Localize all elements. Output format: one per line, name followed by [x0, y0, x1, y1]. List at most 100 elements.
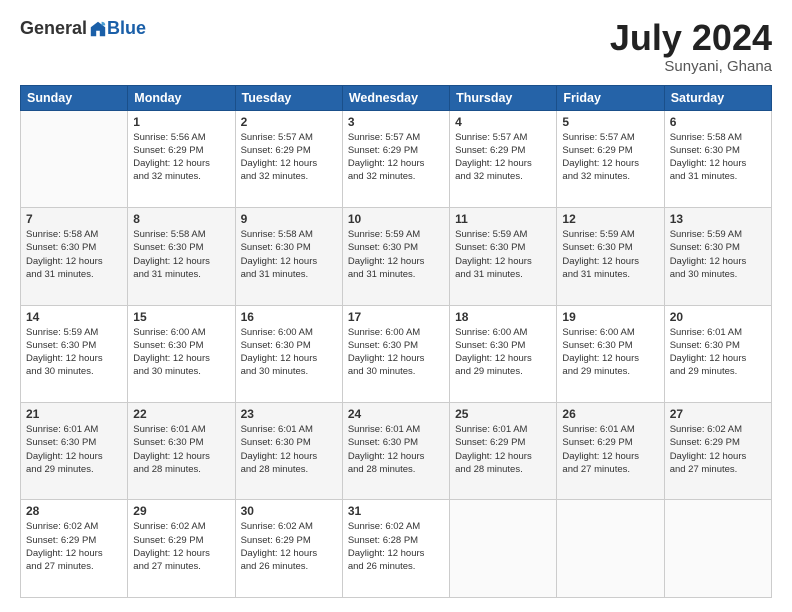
calendar-cell: 23 Sunrise: 6:01 AM Sunset: 6:30 PM Dayli… [235, 403, 342, 500]
calendar-cell: 29 Sunrise: 6:02 AM Sunset: 6:29 PM Dayli… [128, 500, 235, 598]
day-info: Sunrise: 6:01 AM Sunset: 6:29 PM Dayligh… [455, 423, 551, 476]
title-section: July 2024 Sunyani, Ghana [610, 18, 772, 75]
day-header-thursday: Thursday [450, 85, 557, 110]
calendar-cell: 20Sunrise: 6:01 AM Sunset: 6:30 PM Dayli… [664, 305, 771, 402]
page: General Blue July 2024 Sunyani, Ghana Su… [0, 0, 792, 612]
day-number: 10 [348, 212, 444, 226]
calendar-cell: 10 Sunrise: 5:59 AM Sunset: 6:30 PM Dayli… [342, 208, 449, 305]
calendar-cell: 18 Sunrise: 6:00 AM Sunset: 6:30 PM Dayli… [450, 305, 557, 402]
calendar-week-5: 28 Sunrise: 6:02 AM Sunset: 6:29 PM Dayli… [21, 500, 772, 598]
day-number: 5 [562, 115, 658, 129]
header: General Blue July 2024 Sunyani, Ghana [20, 18, 772, 75]
calendar-cell: 14 Sunrise: 5:59 AM Sunset: 6:30 PM Dayli… [21, 305, 128, 402]
calendar-cell: 6 Sunrise: 5:58 AM Sunset: 6:30 PM Daylig… [664, 110, 771, 207]
calendar-cell: 4 Sunrise: 5:57 AM Sunset: 6:29 PM Daylig… [450, 110, 557, 207]
day-number: 14 [26, 310, 122, 324]
day-info: Sunrise: 5:57 AM Sunset: 6:29 PM Dayligh… [241, 131, 337, 184]
calendar-cell: 15 Sunrise: 6:00 AM Sunset: 6:30 PM Dayli… [128, 305, 235, 402]
day-info: Sunrise: 6:00 AM Sunset: 6:30 PM Dayligh… [348, 326, 444, 379]
day-info: Sunrise: 6:01 AM Sunset: 6:30 PM Dayligh… [241, 423, 337, 476]
day-info: Sunrise: 6:00 AM Sunset: 6:30 PM Dayligh… [455, 326, 551, 379]
day-header-sunday: Sunday [21, 85, 128, 110]
calendar-week-2: 7Sunrise: 5:58 AM Sunset: 6:30 PM Daylig… [21, 208, 772, 305]
day-number: 15 [133, 310, 229, 324]
calendar-header-row: SundayMondayTuesdayWednesdayThursdayFrid… [21, 85, 772, 110]
calendar-cell: 17 Sunrise: 6:00 AM Sunset: 6:30 PM Dayli… [342, 305, 449, 402]
day-info: Sunrise: 6:00 AM Sunset: 6:30 PM Dayligh… [562, 326, 658, 379]
day-number: 21 [26, 407, 122, 421]
day-number: 25 [455, 407, 551, 421]
logo-general-text: General [20, 18, 87, 39]
calendar-cell: 2 Sunrise: 5:57 AM Sunset: 6:29 PM Daylig… [235, 110, 342, 207]
day-number: 3 [348, 115, 444, 129]
day-info: Sunrise: 5:58 AM Sunset: 6:30 PM Dayligh… [670, 131, 766, 184]
logo-icon [89, 20, 107, 38]
day-info: Sunrise: 6:01 AM Sunset: 6:30 PM Dayligh… [133, 423, 229, 476]
day-header-monday: Monday [128, 85, 235, 110]
day-info: Sunrise: 5:57 AM Sunset: 6:29 PM Dayligh… [348, 131, 444, 184]
day-number: 29 [133, 504, 229, 518]
calendar-week-4: 21 Sunrise: 6:01 AM Sunset: 6:30 PM Dayli… [21, 403, 772, 500]
day-info: Sunrise: 6:01 AM Sunset: 6:30 PM Dayligh… [26, 423, 122, 476]
calendar-cell: 7Sunrise: 5:58 AM Sunset: 6:30 PM Daylig… [21, 208, 128, 305]
day-info: Sunrise: 5:59 AM Sunset: 6:30 PM Dayligh… [455, 228, 551, 281]
day-info: Sunrise: 6:01 AM Sunset: 6:30 PM Dayligh… [348, 423, 444, 476]
day-number: 16 [241, 310, 337, 324]
day-number: 27 [670, 407, 766, 421]
day-info: Sunrise: 5:59 AM Sunset: 6:30 PM Dayligh… [26, 326, 122, 379]
day-header-friday: Friday [557, 85, 664, 110]
calendar-cell: 31 Sunrise: 6:02 AM Sunset: 6:28 PM Dayli… [342, 500, 449, 598]
day-number: 20 [670, 310, 766, 324]
day-info: Sunrise: 5:57 AM Sunset: 6:29 PM Dayligh… [562, 131, 658, 184]
day-info: Sunrise: 5:59 AM Sunset: 6:30 PM Dayligh… [562, 228, 658, 281]
day-number: 6 [670, 115, 766, 129]
day-number: 8 [133, 212, 229, 226]
calendar-cell: 13Sunrise: 5:59 AM Sunset: 6:30 PM Dayli… [664, 208, 771, 305]
day-number: 28 [26, 504, 122, 518]
calendar-week-3: 14 Sunrise: 5:59 AM Sunset: 6:30 PM Dayli… [21, 305, 772, 402]
day-number: 17 [348, 310, 444, 324]
calendar-cell: 30 Sunrise: 6:02 AM Sunset: 6:29 PM Dayli… [235, 500, 342, 598]
day-info: Sunrise: 6:02 AM Sunset: 6:29 PM Dayligh… [133, 520, 229, 573]
calendar-cell: 25 Sunrise: 6:01 AM Sunset: 6:29 PM Dayli… [450, 403, 557, 500]
day-number: 11 [455, 212, 551, 226]
calendar-cell: 28 Sunrise: 6:02 AM Sunset: 6:29 PM Dayli… [21, 500, 128, 598]
day-header-wednesday: Wednesday [342, 85, 449, 110]
calendar-cell: 8Sunrise: 5:58 AM Sunset: 6:30 PM Daylig… [128, 208, 235, 305]
day-header-saturday: Saturday [664, 85, 771, 110]
calendar-cell [664, 500, 771, 598]
calendar-cell [450, 500, 557, 598]
day-number: 30 [241, 504, 337, 518]
calendar-cell [21, 110, 128, 207]
day-info: Sunrise: 6:02 AM Sunset: 6:28 PM Dayligh… [348, 520, 444, 573]
day-info: Sunrise: 6:02 AM Sunset: 6:29 PM Dayligh… [26, 520, 122, 573]
day-info: Sunrise: 6:02 AM Sunset: 6:29 PM Dayligh… [241, 520, 337, 573]
calendar-cell: 19 Sunrise: 6:00 AM Sunset: 6:30 PM Dayli… [557, 305, 664, 402]
day-number: 19 [562, 310, 658, 324]
calendar-cell: 1Sunrise: 5:56 AM Sunset: 6:29 PM Daylig… [128, 110, 235, 207]
calendar-week-1: 1Sunrise: 5:56 AM Sunset: 6:29 PM Daylig… [21, 110, 772, 207]
day-number: 18 [455, 310, 551, 324]
calendar-cell: 9Sunrise: 5:58 AM Sunset: 6:30 PM Daylig… [235, 208, 342, 305]
day-number: 4 [455, 115, 551, 129]
logo: General Blue [20, 18, 146, 39]
day-info: Sunrise: 5:56 AM Sunset: 6:29 PM Dayligh… [133, 131, 229, 184]
day-number: 13 [670, 212, 766, 226]
day-info: Sunrise: 6:01 AM Sunset: 6:29 PM Dayligh… [562, 423, 658, 476]
day-number: 23 [241, 407, 337, 421]
day-info: Sunrise: 5:59 AM Sunset: 6:30 PM Dayligh… [348, 228, 444, 281]
day-info: Sunrise: 6:02 AM Sunset: 6:29 PM Dayligh… [670, 423, 766, 476]
calendar-cell: 24Sunrise: 6:01 AM Sunset: 6:30 PM Dayli… [342, 403, 449, 500]
calendar-title: July 2024 [610, 18, 772, 58]
day-info: Sunrise: 6:00 AM Sunset: 6:30 PM Dayligh… [133, 326, 229, 379]
day-number: 31 [348, 504, 444, 518]
day-info: Sunrise: 5:57 AM Sunset: 6:29 PM Dayligh… [455, 131, 551, 184]
calendar-table: SundayMondayTuesdayWednesdayThursdayFrid… [20, 85, 772, 598]
logo-blue-text: Blue [107, 18, 146, 39]
day-info: Sunrise: 5:58 AM Sunset: 6:30 PM Dayligh… [241, 228, 337, 281]
calendar-cell: 26Sunrise: 6:01 AM Sunset: 6:29 PM Dayli… [557, 403, 664, 500]
calendar-cell [557, 500, 664, 598]
calendar-cell: 21 Sunrise: 6:01 AM Sunset: 6:30 PM Dayli… [21, 403, 128, 500]
day-number: 2 [241, 115, 337, 129]
day-header-tuesday: Tuesday [235, 85, 342, 110]
